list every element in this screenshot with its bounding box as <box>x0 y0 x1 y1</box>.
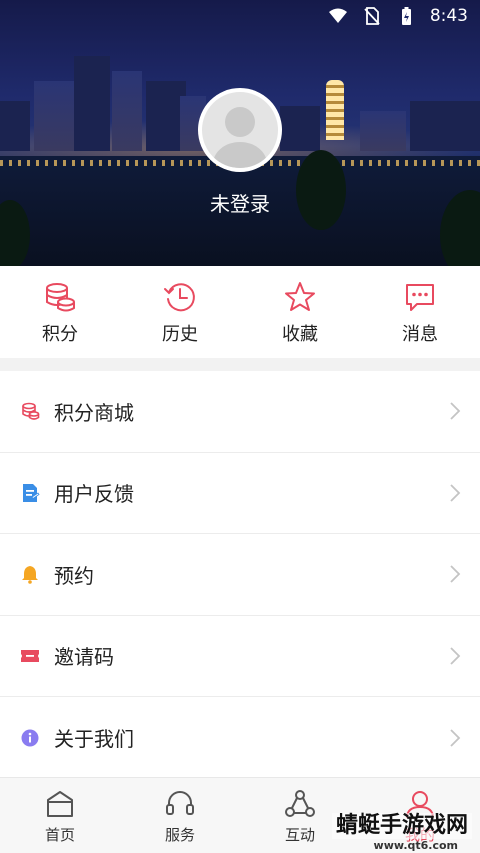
tab-service[interactable]: 服务 <box>120 778 240 853</box>
watermark-url: www.qt6.com <box>373 839 458 852</box>
quick-action-history[interactable]: 历史 <box>120 266 240 358</box>
quick-action-label: 历史 <box>162 324 198 345</box>
headset-icon <box>166 791 194 815</box>
chevron-right-icon <box>450 647 461 665</box>
login-status-text[interactable]: 未登录 <box>0 188 480 217</box>
history-icon <box>164 283 195 312</box>
menu-item-about-us[interactable]: 关于我们 <box>0 697 480 779</box>
watermark-text: 蜻蜓手游戏网 <box>331 813 472 839</box>
menu-item-points-mall[interactable]: 积分商城 <box>0 371 480 453</box>
coins-icon <box>46 283 75 312</box>
quick-action-messages[interactable]: 消息 <box>360 266 480 358</box>
chevron-right-icon <box>450 565 461 583</box>
no-sim-icon <box>364 7 380 25</box>
profile-header: 8:43 未登录 <box>0 0 480 266</box>
quick-action-label: 消息 <box>402 324 438 345</box>
building <box>112 71 142 151</box>
battery-icon <box>401 7 411 25</box>
quick-actions: 积分 历史 收藏 消息 <box>0 266 480 358</box>
wifi-icon <box>328 8 347 23</box>
building <box>74 56 110 151</box>
pagoda <box>326 80 344 140</box>
tab-label: 服务 <box>164 826 195 844</box>
building <box>410 101 480 151</box>
settings-menu: 积分商城 用户反馈 预约 邀请码 关于我们 <box>0 371 480 779</box>
feedback-icon <box>23 483 40 502</box>
menu-item-label: 用户反馈 <box>54 482 134 507</box>
menu-item-label: 邀请码 <box>54 645 114 670</box>
menu-item-label: 积分商城 <box>54 400 134 425</box>
home-icon <box>47 791 73 817</box>
chevron-right-icon <box>450 729 461 747</box>
building <box>34 81 74 151</box>
tab-label: 互动 <box>284 826 315 844</box>
building <box>0 101 30 151</box>
chevron-right-icon <box>450 402 461 420</box>
quick-action-favorites[interactable]: 收藏 <box>240 266 360 358</box>
status-time: 8:43 <box>429 6 468 26</box>
tab-home[interactable]: 首页 <box>0 778 120 853</box>
tab-label: 首页 <box>44 826 75 844</box>
ticket-icon <box>21 649 39 662</box>
menu-item-reservation[interactable]: 预约 <box>0 534 480 616</box>
building <box>360 111 406 151</box>
star-icon <box>285 282 315 311</box>
avatar[interactable] <box>198 88 282 172</box>
default-avatar-icon <box>202 92 278 168</box>
points-mall-icon <box>22 402 40 421</box>
info-icon <box>21 729 39 747</box>
menu-item-label: 预约 <box>54 563 94 588</box>
message-icon <box>406 284 434 311</box>
quick-action-label: 积分 <box>42 324 78 345</box>
quick-action-label: 收藏 <box>282 324 318 345</box>
building <box>280 106 320 151</box>
bell-icon <box>22 566 38 585</box>
menu-item-invite-code[interactable]: 邀请码 <box>0 616 480 697</box>
status-bar: 8:43 <box>0 0 480 32</box>
share-network-icon <box>285 790 315 817</box>
menu-item-label: 关于我们 <box>54 727 134 752</box>
chevron-right-icon <box>450 484 461 502</box>
quick-action-points[interactable]: 积分 <box>0 266 120 358</box>
menu-item-feedback[interactable]: 用户反馈 <box>0 453 480 534</box>
